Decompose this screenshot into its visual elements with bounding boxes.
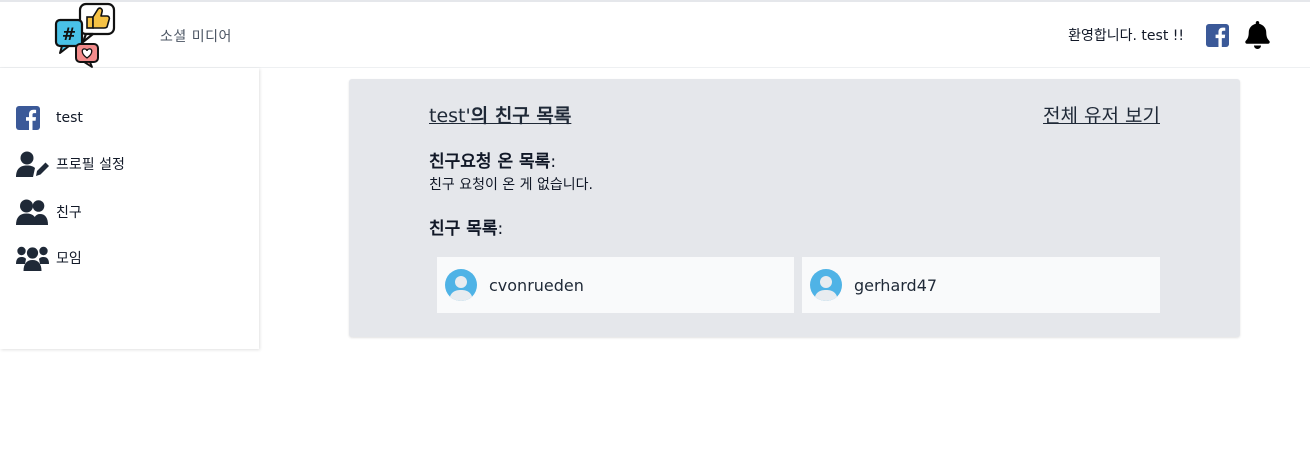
svg-text:#: # — [62, 25, 76, 45]
welcome-text: 환영합니다. test !! — [1068, 28, 1184, 44]
sidebar-item-groups[interactable]: 모임 — [16, 242, 82, 274]
facebook-icon — [16, 106, 50, 130]
logo[interactable]: # — [52, 2, 118, 68]
sidebar-item-friends[interactable]: 친구 — [16, 196, 82, 228]
sidebar-item-label: test — [56, 110, 83, 126]
users-group-icon — [16, 245, 50, 271]
sidebar-item-test[interactable]: test — [16, 102, 83, 134]
friend-name: gerhard47 — [854, 275, 938, 295]
user-friends-icon — [16, 199, 50, 225]
facebook-icon[interactable] — [1206, 24, 1229, 47]
friend-card[interactable]: gerhard47 — [802, 257, 1160, 313]
brand-link[interactable]: 소셜 미디어 — [160, 26, 232, 46]
sidebar-item-profile-settings[interactable]: 프로필 설정 — [16, 148, 125, 180]
friends-page-title[interactable]: test'의 친구 목록 — [429, 101, 571, 128]
friend-requests-empty-text: 친구 요청이 온 게 없습니다. — [429, 177, 593, 193]
all-users-link[interactable]: 전체 유저 보기 — [1043, 101, 1160, 128]
bell-icon[interactable] — [1244, 21, 1271, 49]
friend-name: cvonrueden — [489, 275, 584, 295]
title-username: test' — [429, 105, 471, 127]
sidebar-item-label: 모임 — [56, 251, 82, 267]
user-edit-icon — [16, 151, 50, 177]
avatar — [445, 269, 477, 301]
sidebar-item-label: 프로필 설정 — [56, 157, 125, 173]
title-suffix: 의 친구 목록 — [470, 105, 572, 127]
friends-list-heading: 친구 목록: — [429, 219, 504, 239]
navbar: # 소셜 미디어 환영합니다. test !! — [0, 2, 1310, 68]
sidebar: test 프로필 설정 친구 모임 — [0, 68, 259, 349]
friend-requests-heading: 친구요청 온 목록: — [429, 152, 557, 172]
friends-panel: test'의 친구 목록 전체 유저 보기 친구요청 온 목록: 친구 요청이 … — [349, 79, 1240, 337]
sidebar-item-label: 친구 — [56, 205, 82, 221]
friend-card[interactable]: cvonrueden — [437, 257, 794, 313]
avatar — [810, 269, 842, 301]
